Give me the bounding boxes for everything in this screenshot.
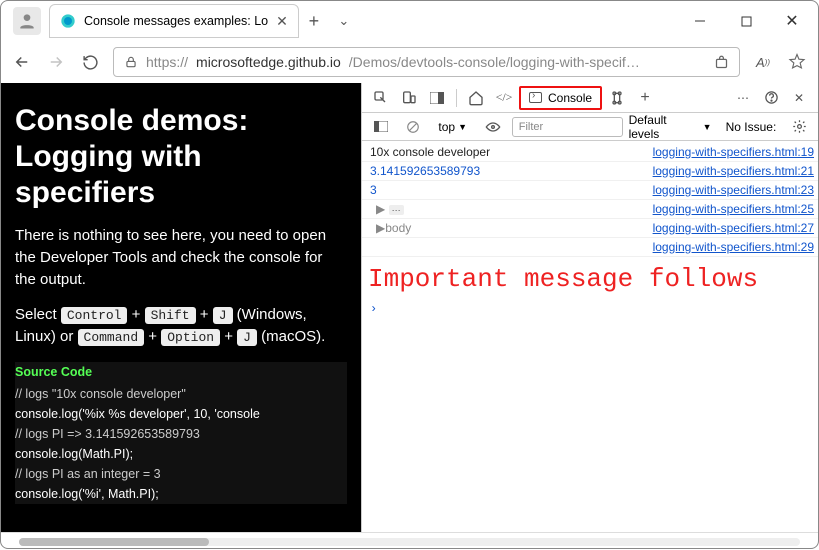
refresh-button[interactable] (79, 51, 101, 73)
console-message-row[interactable]: 3logging-with-specifiers.html:23 (362, 181, 818, 200)
favorite-button[interactable] (786, 51, 808, 73)
source-link[interactable]: logging-with-specifiers.html:21 (653, 164, 814, 178)
titlebar: Console messages examples: Lo ✕ + ⌄ ✕ (1, 1, 818, 41)
console-messages[interactable]: 10x console developerlogging-with-specif… (362, 141, 818, 532)
elements-tab-icon[interactable]: </> (491, 86, 517, 110)
console-styled-message: Important message follows (362, 257, 818, 300)
person-icon (17, 11, 37, 31)
lock-icon (124, 55, 138, 69)
more-icon[interactable]: ⋯ (730, 86, 756, 110)
shortcut-info: Select Control + Shift + J (Windows, Lin… (15, 304, 347, 348)
clear-console-icon[interactable] (400, 115, 426, 139)
devtools-panel: </> Console + ⋯ ✕ top ▼ Filter Default l… (361, 83, 818, 532)
source-link[interactable]: logging-with-specifiers.html:23 (653, 183, 814, 197)
source-link[interactable]: logging-with-specifiers.html:25 (653, 202, 814, 216)
filter-input[interactable]: Filter (512, 117, 623, 137)
url-input[interactable]: https:// microsoftedge.github.io/Demos/de… (113, 47, 740, 77)
kbd-control: Control (61, 307, 128, 324)
console-message-row[interactable]: logging-with-specifiers.html:29 (362, 238, 818, 257)
source-line: console.log('%i', Math.PI); (15, 484, 347, 504)
source-code-block: Source Code // logs "10x console develop… (15, 362, 347, 504)
sidebar-toggle-icon[interactable] (368, 115, 394, 139)
web-page: Console demos: Logging with specifiers T… (1, 83, 361, 532)
address-bar: https:// microsoftedge.github.io/Demos/de… (1, 41, 818, 83)
console-tab[interactable]: Console (519, 86, 602, 110)
kbd-command: Command (78, 329, 145, 346)
more-tabs-button[interactable]: + (632, 86, 658, 110)
dock-icon[interactable] (424, 86, 450, 110)
live-expression-icon[interactable] (480, 115, 506, 139)
console-prompt[interactable]: › (362, 300, 818, 318)
read-aloud-button[interactable]: A)) (752, 51, 774, 73)
new-tab-button[interactable]: + (299, 6, 329, 36)
url-host: microsoftedge.github.io (196, 54, 341, 70)
kbd-j: J (213, 307, 233, 324)
source-header: Source Code (15, 362, 347, 382)
source-line: // logs "10x console developer" (15, 384, 347, 404)
kbd-option: Option (161, 329, 220, 346)
source-line: // logs PI => 3.141592653589793 (15, 424, 347, 444)
tab-close-icon[interactable]: ✕ (276, 13, 288, 30)
source-line: console.log(Math.PI); (15, 444, 347, 464)
source-line: // logs PI as an integer = 3 (15, 464, 347, 484)
console-message-row[interactable]: ▶bodylogging-with-specifiers.html:27 (362, 219, 818, 238)
inspect-icon[interactable] (368, 86, 394, 110)
content-area: Console demos: Logging with specifiers T… (1, 83, 818, 532)
welcome-tab-icon[interactable] (463, 86, 489, 110)
console-message-row[interactable]: 3.141592653589793logging-with-specifiers… (362, 162, 818, 181)
maximize-button[interactable] (724, 6, 768, 36)
console-toolbar: top ▼ Filter Default levels ▼ No Issue: (362, 113, 818, 141)
devtools-close-icon[interactable]: ✕ (786, 86, 812, 110)
source-link[interactable]: logging-with-specifiers.html:27 (653, 221, 814, 235)
window-controls: ✕ (678, 6, 814, 36)
source-link[interactable]: logging-with-specifiers.html:19 (653, 145, 814, 159)
scrollbar-thumb[interactable] (19, 538, 209, 546)
kbd-j2: J (237, 329, 257, 346)
horizontal-scrollbar[interactable] (19, 538, 800, 546)
console-message-row[interactable]: 10x console developerlogging-with-specif… (362, 143, 818, 162)
tab-title: Console messages examples: Lo (84, 14, 268, 28)
console-icon (529, 92, 542, 103)
shopping-icon[interactable] (714, 55, 729, 70)
tab-actions-button[interactable]: ⌄ (329, 6, 359, 36)
page-intro: There is nothing to see here, you need t… (15, 225, 347, 290)
browser-tab[interactable]: Console messages examples: Lo ✕ (49, 4, 299, 38)
close-window-button[interactable]: ✕ (770, 6, 814, 36)
edge-favicon-icon (60, 13, 76, 29)
status-bar (1, 532, 818, 550)
issues-count[interactable]: No Issue: (726, 120, 777, 134)
page-heading: Console demos: Logging with specifiers (15, 103, 347, 211)
sources-tab-icon[interactable] (604, 86, 630, 110)
log-levels[interactable]: Default levels ▼ (629, 113, 712, 141)
kbd-shift: Shift (145, 307, 196, 324)
minimize-button[interactable] (678, 6, 722, 36)
device-icon[interactable] (396, 86, 422, 110)
url-path: /Demos/devtools-console/logging-with-spe… (349, 54, 640, 70)
console-settings-icon[interactable] (786, 115, 812, 139)
back-button[interactable] (11, 51, 33, 73)
help-icon[interactable] (758, 86, 784, 110)
url-scheme: https:// (146, 54, 188, 70)
divider (456, 89, 457, 107)
source-link[interactable]: logging-with-specifiers.html:29 (653, 240, 814, 254)
devtools-tab-bar: </> Console + ⋯ ✕ (362, 83, 818, 113)
forward-button (45, 51, 67, 73)
profile-avatar[interactable] (13, 7, 41, 35)
context-selector[interactable]: top ▼ (431, 118, 474, 136)
console-message-row[interactable]: ▶ ⋯ logging-with-specifiers.html:25 (362, 200, 818, 219)
source-line: console.log('%ix %s developer', 10, 'con… (15, 404, 347, 424)
